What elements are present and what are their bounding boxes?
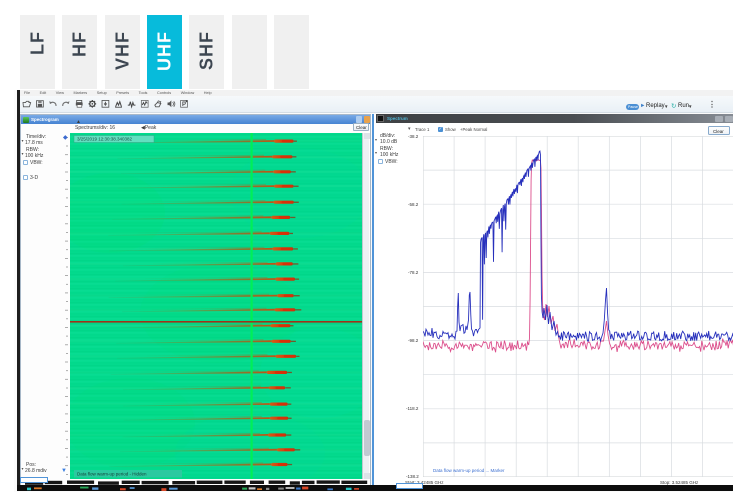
svg-text:P: P bbox=[182, 102, 186, 108]
svg-text:Data flow warm-up period - Hid: Data flow warm-up period - Hidden bbox=[77, 472, 147, 477]
svg-text:Data flow warm-up period ... M: Data flow warm-up period ... Marker bbox=[433, 468, 505, 473]
svg-text:3/25/2019 12:30:38.340382: 3/25/2019 12:30:38.340382 bbox=[77, 137, 133, 142]
